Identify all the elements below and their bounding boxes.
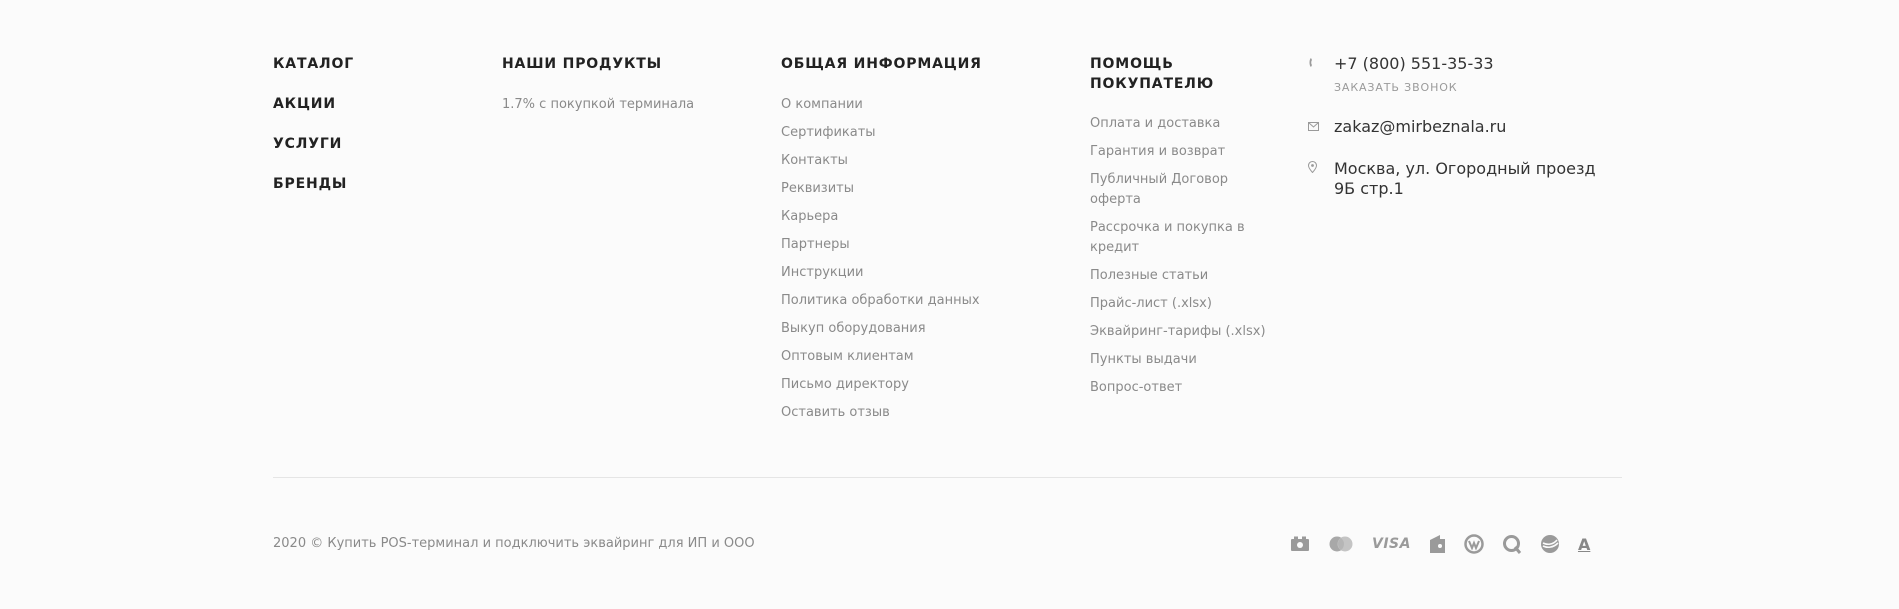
list-item: Полезные статьи xyxy=(1090,266,1266,286)
copyright-text: 2020 © Купить POS-терминал и подключить … xyxy=(273,536,755,551)
help-link-text: Гарантия и возврат xyxy=(1090,144,1226,159)
info-link-instructions[interactable]: Инструкции xyxy=(781,263,980,291)
help-link-acquiring-rates[interactable]: Эквайринг-тарифы (.xlsx) xyxy=(1090,322,1266,342)
help-link-payment-delivery[interactable]: Оплата и доставка xyxy=(1090,114,1266,134)
payment-methods: VISA A xyxy=(1290,530,1590,558)
list-item: Прайс-лист (.xlsx) xyxy=(1090,294,1266,314)
help-link-public-offer[interactable]: Публичный Договор оферта xyxy=(1090,170,1266,210)
list-item: Вопрос-ответ xyxy=(1090,378,1266,398)
info-link-requisites[interactable]: Реквизиты xyxy=(781,179,980,207)
contacts-block: +7 (800) 551-35-33 ЗАКАЗАТЬ ЗВОНОК zakaz… xyxy=(1307,54,1607,199)
help-link-text: Публичный Договор xyxy=(1090,172,1229,187)
email-row: zakaz@mirbeznala.ru xyxy=(1307,117,1607,139)
help-heading-line1: ПОМОЩЬ xyxy=(1090,56,1174,72)
help-link-text: Оплата и доставка xyxy=(1090,116,1221,131)
phone-number-link[interactable]: +7 (800) 551-35-33 xyxy=(1334,54,1494,73)
brands-link[interactable]: БРЕНДЫ xyxy=(273,174,347,194)
list-item: Оставить отзыв xyxy=(781,403,980,431)
webmoney-icon xyxy=(1464,530,1484,558)
list-item: Выкуп оборудования xyxy=(781,319,980,347)
list-item: Письмо директору xyxy=(781,375,980,403)
help-link-text-line2: кредит xyxy=(1090,240,1140,255)
help-link-text: Рассрочка и покупка в xyxy=(1090,220,1245,235)
help-link-pickup-points[interactable]: Пункты выдачи xyxy=(1090,350,1266,370)
phone-icon xyxy=(1308,54,1334,76)
services-link[interactable]: УСЛУГИ xyxy=(273,134,342,154)
info-link-career[interactable]: Карьера xyxy=(781,207,980,235)
help-link-text: Вопрос-ответ xyxy=(1090,380,1183,395)
info-list: О компании Сертификаты Контакты Реквизит… xyxy=(781,95,980,431)
address-text: Москва, ул. Огородный проезд 9Б стр.1 xyxy=(1334,159,1596,199)
products-list: 1.7% с покупкой терминала xyxy=(502,95,694,114)
address-line2: 9Б стр.1 xyxy=(1334,179,1404,198)
location-pin-icon xyxy=(1307,159,1334,181)
list-item: Сертификаты xyxy=(781,123,980,151)
list-item: Карьера xyxy=(781,207,980,235)
help-link-faq[interactable]: Вопрос-ответ xyxy=(1090,378,1266,398)
info-link-letter-director[interactable]: Письмо директору xyxy=(781,375,980,403)
list-item: Гарантия и возврат xyxy=(1090,142,1266,162)
info-link-privacy-policy[interactable]: Политика обработки данных xyxy=(781,291,980,319)
help-link-text: Полезные статьи xyxy=(1090,268,1209,283)
alfa-bank-icon: A xyxy=(1578,530,1590,558)
address-line1: Москва, ул. Огородный проезд xyxy=(1334,159,1596,178)
list-item: Оплата и доставка xyxy=(1090,114,1266,134)
info-link-wholesale[interactable]: Оптовым клиентам xyxy=(781,347,980,375)
help-heading: ПОМОЩЬ ПОКУПАТЕЛЮ xyxy=(1090,54,1214,94)
list-item: Публичный Договор оферта xyxy=(1090,170,1266,210)
info-link-buyback[interactable]: Выкуп оборудования xyxy=(781,319,980,347)
list-item: Эквайринг-тарифы (.xlsx) xyxy=(1090,322,1266,342)
products-heading: НАШИ ПРОДУКТЫ xyxy=(502,56,662,72)
info-link-certificates[interactable]: Сертификаты xyxy=(781,123,980,151)
info-link-about[interactable]: О компании xyxy=(781,95,980,123)
info-link-contacts[interactable]: Контакты xyxy=(781,151,980,179)
cash-icon xyxy=(1290,530,1310,558)
footer-divider xyxy=(273,477,1622,478)
sberbank-icon xyxy=(1540,530,1560,558)
help-link-text: Пункты выдачи xyxy=(1090,352,1197,367)
list-item: Партнеры xyxy=(781,235,980,263)
info-link-partners[interactable]: Партнеры xyxy=(781,235,980,263)
product-link[interactable]: 1.7% с покупкой терминала xyxy=(502,95,694,114)
site-footer: КАТАЛОГ АКЦИИ УСЛУГИ БРЕНДЫ НАШИ ПРОДУКТ… xyxy=(0,0,1899,609)
list-item: О компании xyxy=(781,95,980,123)
phone-row: +7 (800) 551-35-33 ЗАКАЗАТЬ ЗВОНОК xyxy=(1307,54,1607,94)
help-link-warranty[interactable]: Гарантия и возврат xyxy=(1090,142,1266,162)
mastercard-icon xyxy=(1328,530,1354,558)
yandex-money-icon xyxy=(1429,530,1446,558)
help-list: Оплата и доставка Гарантия и возврат Пуб… xyxy=(1090,114,1266,406)
visa-label: VISA xyxy=(1372,536,1411,552)
promotions-link[interactable]: АКЦИИ xyxy=(273,94,336,114)
list-item: Политика обработки данных xyxy=(781,291,980,319)
order-call-link[interactable]: ЗАКАЗАТЬ ЗВОНОК xyxy=(1334,81,1494,94)
list-item: Инструкции xyxy=(781,263,980,291)
help-link-text-line2: оферта xyxy=(1090,192,1141,207)
help-heading-line2: ПОКУПАТЕЛЮ xyxy=(1090,76,1214,92)
list-item: Реквизиты xyxy=(781,179,980,207)
address-row: Москва, ул. Огородный проезд 9Б стр.1 xyxy=(1307,159,1607,199)
alfa-bank-label: A xyxy=(1577,534,1591,554)
mail-icon xyxy=(1308,117,1334,139)
catalog-link[interactable]: КАТАЛОГ xyxy=(273,54,354,74)
info-link-leave-review[interactable]: Оставить отзыв xyxy=(781,403,980,431)
email-link[interactable]: zakaz@mirbeznala.ru xyxy=(1334,117,1506,137)
list-item: Контакты xyxy=(781,151,980,179)
list-item: 1.7% с покупкой терминала xyxy=(502,95,694,114)
qiwi-icon xyxy=(1502,530,1522,558)
list-item: Оптовым клиентам xyxy=(781,347,980,375)
help-link-articles[interactable]: Полезные статьи xyxy=(1090,266,1266,286)
list-item: Рассрочка и покупка в кредит xyxy=(1090,218,1266,258)
info-heading: ОБЩАЯ ИНФОРМАЦИЯ xyxy=(781,56,982,72)
visa-icon: VISA xyxy=(1372,530,1411,558)
help-link-text: Прайс-лист (.xlsx) xyxy=(1090,296,1212,311)
list-item: Пункты выдачи xyxy=(1090,350,1266,370)
help-link-price-list[interactable]: Прайс-лист (.xlsx) xyxy=(1090,294,1266,314)
help-link-installments[interactable]: Рассрочка и покупка в кредит xyxy=(1090,218,1266,258)
help-link-text: Эквайринг-тарифы (.xlsx) xyxy=(1090,324,1266,339)
